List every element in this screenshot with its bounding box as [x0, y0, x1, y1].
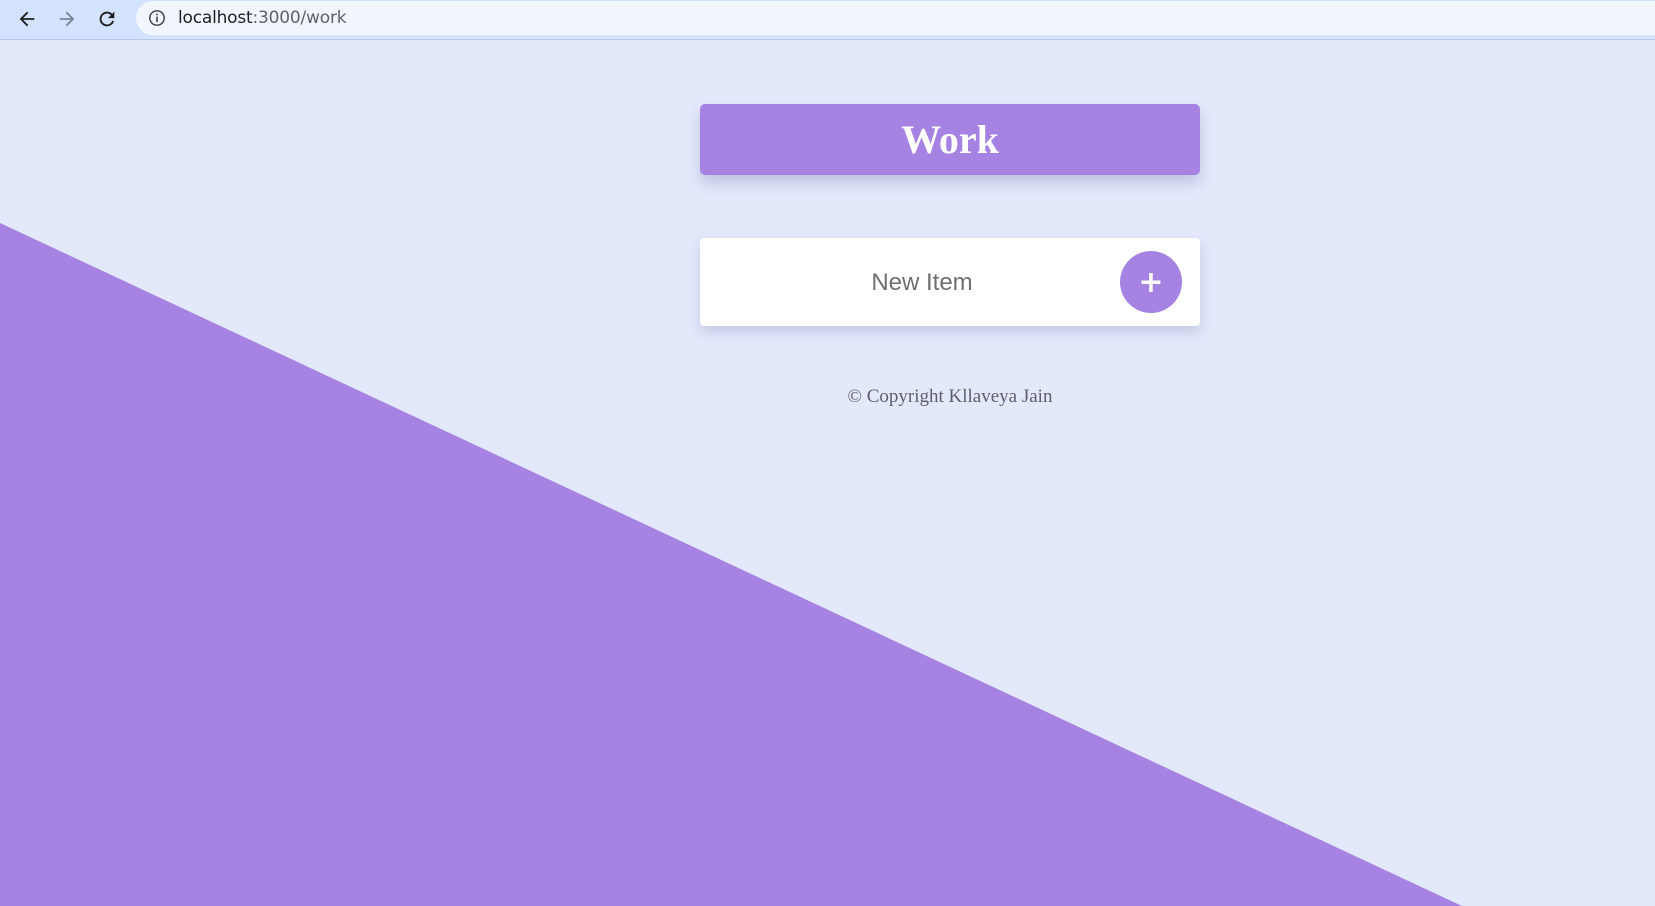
add-item-button[interactable]: + — [1120, 251, 1182, 313]
arrow-right-icon — [59, 11, 75, 27]
new-item-form: + — [700, 238, 1200, 326]
heading-box: Work — [700, 104, 1200, 175]
arrow-left-icon — [19, 11, 35, 27]
new-item-input[interactable] — [720, 257, 1124, 309]
browser-toolbar: localhost:3000/work — [0, 0, 1655, 40]
reload-icon — [99, 11, 115, 27]
url-path: :3000/work — [252, 8, 347, 28]
forward-button[interactable] — [52, 4, 82, 34]
address-bar[interactable]: localhost:3000/work — [136, 1, 1655, 35]
page-content: Work + © Copyright Kllaveya Jain — [0, 40, 1655, 906]
url-host: localhost — [178, 8, 253, 28]
page-title: Work — [901, 117, 999, 162]
reload-button[interactable] — [92, 4, 122, 34]
back-button[interactable] — [12, 4, 42, 34]
footer-copyright: © Copyright Kllaveya Jain — [847, 386, 1053, 407]
info-icon[interactable] — [148, 9, 166, 27]
url-text[interactable]: localhost:3000/work — [178, 8, 347, 28]
